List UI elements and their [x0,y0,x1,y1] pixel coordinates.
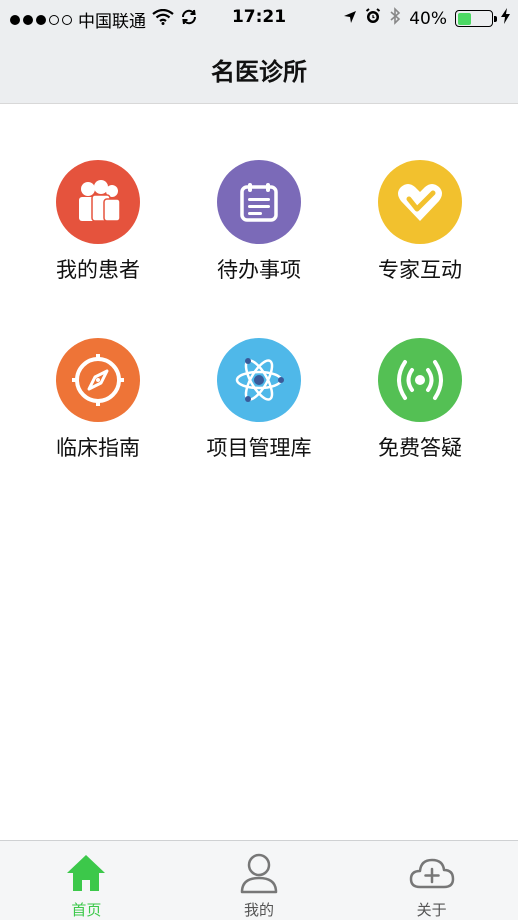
battery-percent: 40% [409,8,447,29]
status-right: 40% [343,7,510,30]
carrier-name: 中国联通 [78,12,146,32]
battery-fill [457,12,471,25]
alarm-icon [365,8,381,29]
grid-item-clinical-guide[interactable]: 临床指南 [18,338,178,462]
grid-item-todo[interactable]: 待办事项 [179,160,339,284]
grid-item-label: 临床指南 [56,436,140,460]
user-icon [173,851,346,895]
tab-label: 首页 [71,901,102,919]
patients-icon [56,160,140,244]
location-arrow-icon [343,9,357,29]
grid-item-label: 待办事项 [217,258,301,282]
tab-home[interactable]: 首页 [0,841,173,920]
sync-icon [180,8,198,31]
grid-item-free-qa[interactable]: 免费答疑 [340,338,500,462]
tab-bar: 首页 我的 关于 [0,840,518,920]
grid-item-expert-interaction[interactable]: 专家互动 [340,160,500,284]
home-icon [0,851,173,895]
tab-label: 关于 [416,901,447,919]
grid-item-my-patients[interactable]: 我的患者 [18,160,178,284]
compass-icon [56,338,140,422]
heart-hand-icon [378,160,462,244]
grid-item-label: 免费答疑 [378,436,462,460]
bluetooth-icon [389,7,401,30]
grid-item-label: 专家互动 [378,258,462,282]
nav-bar: 名医诊所 [0,36,518,104]
grid-item-label: 项目管理库 [206,436,312,460]
signal-dots [10,14,72,25]
wifi-icon [152,8,174,30]
tab-label: 我的 [244,901,275,919]
tab-about[interactable]: 关于 [345,841,518,920]
charging-bolt-icon [501,8,510,29]
broadcast-icon [378,338,462,422]
calendar-icon [217,160,301,244]
atom-icon [217,338,301,422]
tab-mine[interactable]: 我的 [173,841,346,920]
status-bar: 中国联通 17:21 40% [0,0,518,36]
grid-item-label: 我的患者 [56,258,140,282]
battery-icon [455,10,497,27]
grid-item-project-library[interactable]: 项目管理库 [179,338,339,462]
page-title: 名医诊所 [211,58,307,86]
status-left: 中国联通 [10,7,198,32]
cloud-plus-icon [345,851,518,895]
